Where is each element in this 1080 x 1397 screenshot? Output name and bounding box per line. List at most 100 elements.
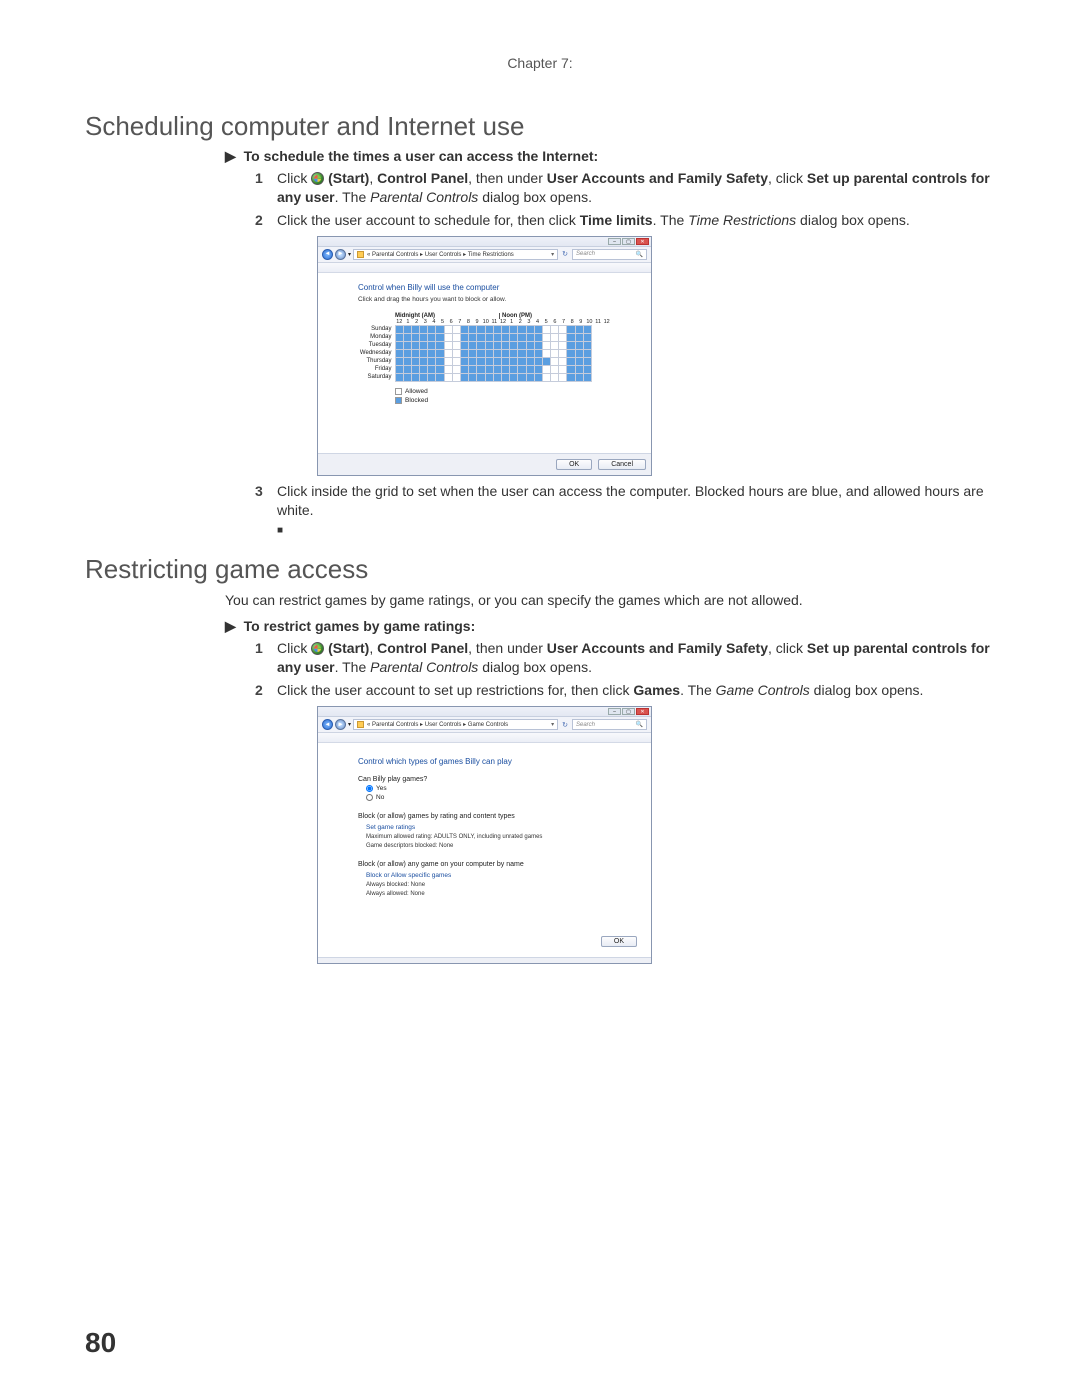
grid-cell[interactable] <box>420 349 428 357</box>
grid-cell[interactable] <box>501 333 509 341</box>
address-bar[interactable]: « Parental Controls ▸ User Controls ▸ Ga… <box>353 719 558 730</box>
grid-cell[interactable] <box>526 357 534 365</box>
refresh-icon[interactable]: ↻ <box>560 250 570 258</box>
grid-cell[interactable] <box>395 325 403 333</box>
grid-cell[interactable] <box>477 325 485 333</box>
grid-cell[interactable] <box>510 349 518 357</box>
grid-cell[interactable] <box>551 349 559 357</box>
grid-cell[interactable] <box>436 349 444 357</box>
grid-cell[interactable] <box>485 373 493 381</box>
grid-cell[interactable] <box>395 349 403 357</box>
grid-cell[interactable] <box>461 349 469 357</box>
time-grid[interactable]: SundayMondayTuesdayWednesdayThursdayFrid… <box>358 325 592 382</box>
grid-cell[interactable] <box>411 365 419 373</box>
grid-cell[interactable] <box>575 341 583 349</box>
grid-cell[interactable] <box>428 333 436 341</box>
refresh-icon[interactable]: ↻ <box>560 721 570 729</box>
grid-cell[interactable] <box>420 325 428 333</box>
grid-cell[interactable] <box>518 357 526 365</box>
grid-cell[interactable] <box>469 365 477 373</box>
grid-cell[interactable] <box>493 357 501 365</box>
grid-cell[interactable] <box>542 373 550 381</box>
address-bar[interactable]: « Parental Controls ▸ User Controls ▸ Ti… <box>353 249 558 260</box>
grid-cell[interactable] <box>477 341 485 349</box>
grid-cell[interactable] <box>469 357 477 365</box>
grid-cell[interactable] <box>510 373 518 381</box>
grid-cell[interactable] <box>526 333 534 341</box>
grid-cell[interactable] <box>485 333 493 341</box>
grid-cell[interactable] <box>436 365 444 373</box>
grid-cell[interactable] <box>526 365 534 373</box>
grid-cell[interactable] <box>583 373 591 381</box>
back-button[interactable]: ◄ <box>322 249 333 260</box>
grid-cell[interactable] <box>461 373 469 381</box>
radio-yes[interactable]: Yes <box>366 785 633 792</box>
grid-cell[interactable] <box>567 365 575 373</box>
grid-cell[interactable] <box>534 373 542 381</box>
grid-cell[interactable] <box>567 333 575 341</box>
grid-cell[interactable] <box>567 373 575 381</box>
grid-cell[interactable] <box>411 373 419 381</box>
grid-cell[interactable] <box>559 333 567 341</box>
grid-cell[interactable] <box>444 373 452 381</box>
grid-cell[interactable] <box>510 365 518 373</box>
grid-cell[interactable] <box>551 333 559 341</box>
grid-cell[interactable] <box>469 333 477 341</box>
grid-cell[interactable] <box>461 341 469 349</box>
grid-cell[interactable] <box>411 341 419 349</box>
grid-cell[interactable] <box>542 365 550 373</box>
grid-cell[interactable] <box>518 373 526 381</box>
grid-cell[interactable] <box>436 341 444 349</box>
link-set-ratings[interactable]: Set game ratings <box>366 824 633 831</box>
grid-cell[interactable] <box>477 357 485 365</box>
grid-cell[interactable] <box>411 349 419 357</box>
grid-cell[interactable] <box>452 357 460 365</box>
grid-cell[interactable] <box>518 349 526 357</box>
grid-cell[interactable] <box>485 349 493 357</box>
radio-no[interactable]: No <box>366 794 633 801</box>
grid-cell[interactable] <box>469 373 477 381</box>
grid-cell[interactable] <box>403 333 411 341</box>
grid-cell[interactable] <box>551 341 559 349</box>
grid-cell[interactable] <box>493 365 501 373</box>
grid-cell[interactable] <box>493 333 501 341</box>
grid-cell[interactable] <box>436 373 444 381</box>
grid-cell[interactable] <box>559 365 567 373</box>
minimize-button[interactable]: – <box>608 708 621 715</box>
grid-cell[interactable] <box>559 341 567 349</box>
grid-cell[interactable] <box>567 349 575 357</box>
grid-cell[interactable] <box>510 325 518 333</box>
grid-cell[interactable] <box>420 341 428 349</box>
grid-cell[interactable] <box>477 373 485 381</box>
grid-cell[interactable] <box>518 333 526 341</box>
grid-cell[interactable] <box>559 357 567 365</box>
grid-cell[interactable] <box>501 341 509 349</box>
search-input[interactable]: Search🔍 <box>572 719 647 730</box>
grid-cell[interactable] <box>575 357 583 365</box>
grid-cell[interactable] <box>436 333 444 341</box>
grid-cell[interactable] <box>534 357 542 365</box>
grid-cell[interactable] <box>444 325 452 333</box>
grid-cell[interactable] <box>469 349 477 357</box>
grid-cell[interactable] <box>510 333 518 341</box>
grid-cell[interactable] <box>411 333 419 341</box>
grid-cell[interactable] <box>583 341 591 349</box>
grid-cell[interactable] <box>567 325 575 333</box>
grid-cell[interactable] <box>411 325 419 333</box>
ok-button[interactable]: OK <box>601 936 637 947</box>
grid-cell[interactable] <box>559 325 567 333</box>
grid-cell[interactable] <box>493 325 501 333</box>
grid-cell[interactable] <box>428 365 436 373</box>
grid-cell[interactable] <box>518 325 526 333</box>
maximize-button[interactable]: ▢ <box>622 238 635 245</box>
grid-cell[interactable] <box>395 365 403 373</box>
grid-cell[interactable] <box>444 357 452 365</box>
grid-cell[interactable] <box>518 341 526 349</box>
grid-cell[interactable] <box>501 373 509 381</box>
grid-cell[interactable] <box>452 373 460 381</box>
grid-cell[interactable] <box>461 333 469 341</box>
grid-cell[interactable] <box>436 325 444 333</box>
grid-cell[interactable] <box>583 357 591 365</box>
grid-cell[interactable] <box>403 357 411 365</box>
grid-cell[interactable] <box>428 325 436 333</box>
